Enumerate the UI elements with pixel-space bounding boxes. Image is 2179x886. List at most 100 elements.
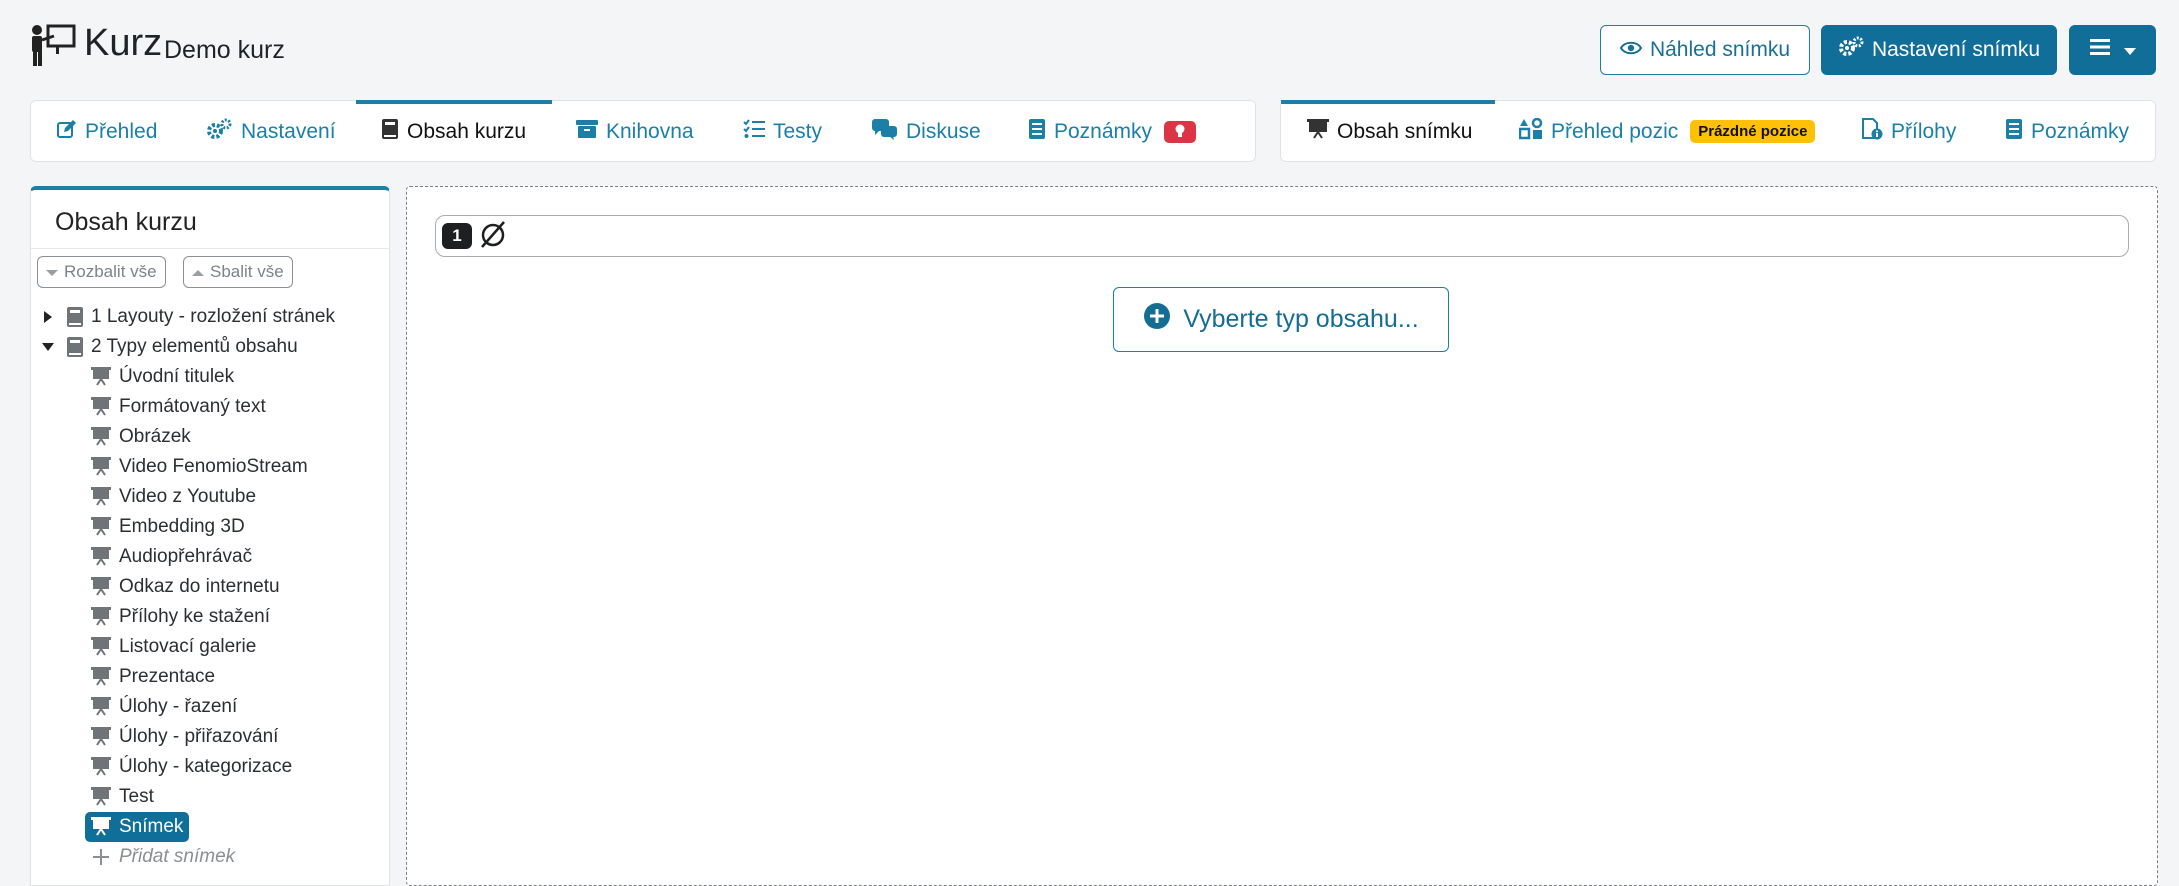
caret-right-icon[interactable] <box>39 311 57 323</box>
notes-icon <box>1028 118 1046 146</box>
tree-chapter-label: 1 Layouty - rozložení stránek <box>91 306 335 327</box>
course-tabbar: Přehled Nastavení Obsah kurzu Knihovna T… <box>30 100 1256 162</box>
tree-item-slide[interactable]: Prezentace <box>91 662 215 692</box>
tab-library[interactable]: Knihovna <box>576 101 694 162</box>
tree-item-label: Úvodní titulek <box>119 366 235 387</box>
main-menu-button[interactable] <box>2069 25 2156 75</box>
slide-settings-button[interactable]: Nastavení snímku <box>1821 25 2057 75</box>
content-slot[interactable]: 1 <box>435 215 2129 257</box>
slide-editor-area: 1 Vyberte typ obsahu... <box>406 186 2158 886</box>
tab-overview[interactable]: Přehled <box>57 101 157 162</box>
tab-positions-overview-label: Přehled pozic <box>1551 119 1679 143</box>
tree-item-slide[interactable]: Úvodní titulek <box>91 362 234 392</box>
tree-item-slide[interactable]: Obrázek <box>91 422 191 452</box>
tab-library-label: Knihovna <box>606 119 694 143</box>
notes-icon <box>2005 118 2023 146</box>
tab-notes-label: Poznámky <box>1054 119 1153 143</box>
tree-item-slide[interactable]: Úlohy - přiřazování <box>91 722 278 752</box>
tab-course-content[interactable]: Obsah kurzu <box>381 101 526 162</box>
presentation-icon <box>91 787 111 807</box>
presentation-icon <box>91 637 111 657</box>
tab-course-content-label: Obsah kurzu <box>407 119 527 143</box>
eye-icon <box>1619 38 1643 62</box>
tab-discussion[interactable]: Diskuse <box>872 101 981 162</box>
presentation-icon <box>91 757 111 777</box>
lightbulb-icon <box>1175 120 1185 144</box>
tree-item-slide[interactable]: Listovací galerie <box>91 632 256 662</box>
empty-positions-badge: Prázdné pozice <box>1690 120 1816 143</box>
book-icon <box>67 337 83 357</box>
hamburger-icon <box>2089 38 2110 62</box>
tab-settings-label: Nastavení <box>241 119 336 143</box>
presentation-icon <box>91 427 111 447</box>
tree-item-label: Embedding 3D <box>119 516 245 537</box>
tree-item-slide[interactable]: Úlohy - kategorizace <box>91 752 292 782</box>
course-presenter-logo-icon <box>28 24 76 68</box>
gears-icon <box>1838 36 1864 64</box>
presentation-icon <box>91 727 111 747</box>
tree-chapter[interactable]: 2 Typy elementů obsahu <box>39 332 298 362</box>
add-slide-label: Přidat snímek <box>119 846 236 867</box>
empty-set-icon <box>478 219 508 254</box>
tree-item-slide[interactable]: Embedding 3D <box>91 512 245 542</box>
tree-item-slide[interactable]: Test <box>91 782 154 812</box>
collapse-all-button[interactable]: Sbalit vše <box>183 256 293 288</box>
notes-badge <box>1164 120 1197 144</box>
tree-item-slide[interactable]: Video z Youtube <box>91 482 256 512</box>
tree-item-slide[interactable]: Formátovaný text <box>91 392 266 422</box>
shapes-icon <box>1518 117 1543 146</box>
tab-attachments[interactable]: Přílohy <box>1861 101 1956 162</box>
tab-slide-content[interactable]: Obsah snímku <box>1307 101 1472 162</box>
tab-positions-overview[interactable]: Přehled pozic Prázdné pozice <box>1518 101 1816 162</box>
tree-item-label: Snímek <box>119 816 184 837</box>
tab-slide-notes[interactable]: Poznámky <box>2005 101 2129 162</box>
tab-tests-label: Testy <box>773 119 823 143</box>
tree-item-label: Obrázek <box>119 426 191 447</box>
tree-item-slide-selected[interactable]: Snímek <box>85 812 190 842</box>
course-name: Demo kurz <box>164 36 285 64</box>
book-icon <box>381 118 399 146</box>
presentation-icon <box>91 577 111 597</box>
tab-discussion-label: Diskuse <box>906 119 981 143</box>
tree-item-label: Úlohy - kategorizace <box>119 756 293 777</box>
panel-title: Obsah kurzu <box>55 208 197 236</box>
add-slide-button[interactable]: Přidat snímek <box>91 842 235 872</box>
slide-preview-button[interactable]: Náhled snímku <box>1600 25 1810 75</box>
presentation-icon <box>91 817 111 837</box>
tree-chapter-label: 2 Typy elementů obsahu <box>91 336 298 357</box>
expand-all-label: Rozbalit vše <box>64 262 157 281</box>
presentation-icon <box>91 487 111 507</box>
tree-item-slide[interactable]: Úlohy - řazení <box>91 692 237 722</box>
plus-icon <box>91 847 111 867</box>
tab-notes[interactable]: Poznámky <box>1028 101 1197 162</box>
tab-slide-notes-label: Poznámky <box>2031 119 2130 143</box>
tab-tests[interactable]: Testy <box>743 101 822 162</box>
divider <box>31 248 389 249</box>
tree-item-slide[interactable]: Audiopřehrávač <box>91 542 252 572</box>
collapse-all-label: Sbalit vše <box>210 262 284 281</box>
presentation-icon <box>91 517 111 537</box>
tree-item-label: Přílohy ke stažení <box>119 606 271 627</box>
tree-item-label: Prezentace <box>119 666 216 687</box>
file-info-icon <box>1861 117 1883 146</box>
choose-content-type-button[interactable]: Vyberte typ obsahu... <box>1113 287 1449 352</box>
slide-tabbar: Obsah snímku Přehled pozic Prázdné pozic… <box>1280 100 2156 162</box>
slide-settings-label: Nastavení snímku <box>1871 38 2041 61</box>
tree-item-label: Video z Youtube <box>119 486 257 507</box>
tab-slide-content-label: Obsah snímku <box>1337 119 1473 143</box>
presentation-icon <box>91 607 111 627</box>
caret-down-icon[interactable] <box>39 342 57 352</box>
tree-chapter[interactable]: 1 Layouty - rozložení stránek <box>39 302 335 332</box>
expand-all-button[interactable]: Rozbalit vše <box>37 256 166 288</box>
tab-settings[interactable]: Nastavení <box>207 101 336 162</box>
tree-item-label: Listovací galerie <box>119 636 257 657</box>
course-content-panel: Obsah kurzu Rozbalit vše Sbalit vše 1 La… <box>30 186 390 886</box>
presentation-icon <box>91 457 111 477</box>
tree-item-slide[interactable]: Přílohy ke stažení <box>91 602 270 632</box>
tree-item-label: Odkaz do internetu <box>119 576 280 597</box>
tree-item-label: Video FenomioStream <box>119 456 308 477</box>
presentation-icon <box>1307 118 1329 145</box>
slide-preview-label: Náhled snímku <box>1649 38 1791 61</box>
tree-item-slide[interactable]: Odkaz do internetu <box>91 572 280 602</box>
tree-item-slide[interactable]: Video FenomioStream <box>91 452 308 482</box>
